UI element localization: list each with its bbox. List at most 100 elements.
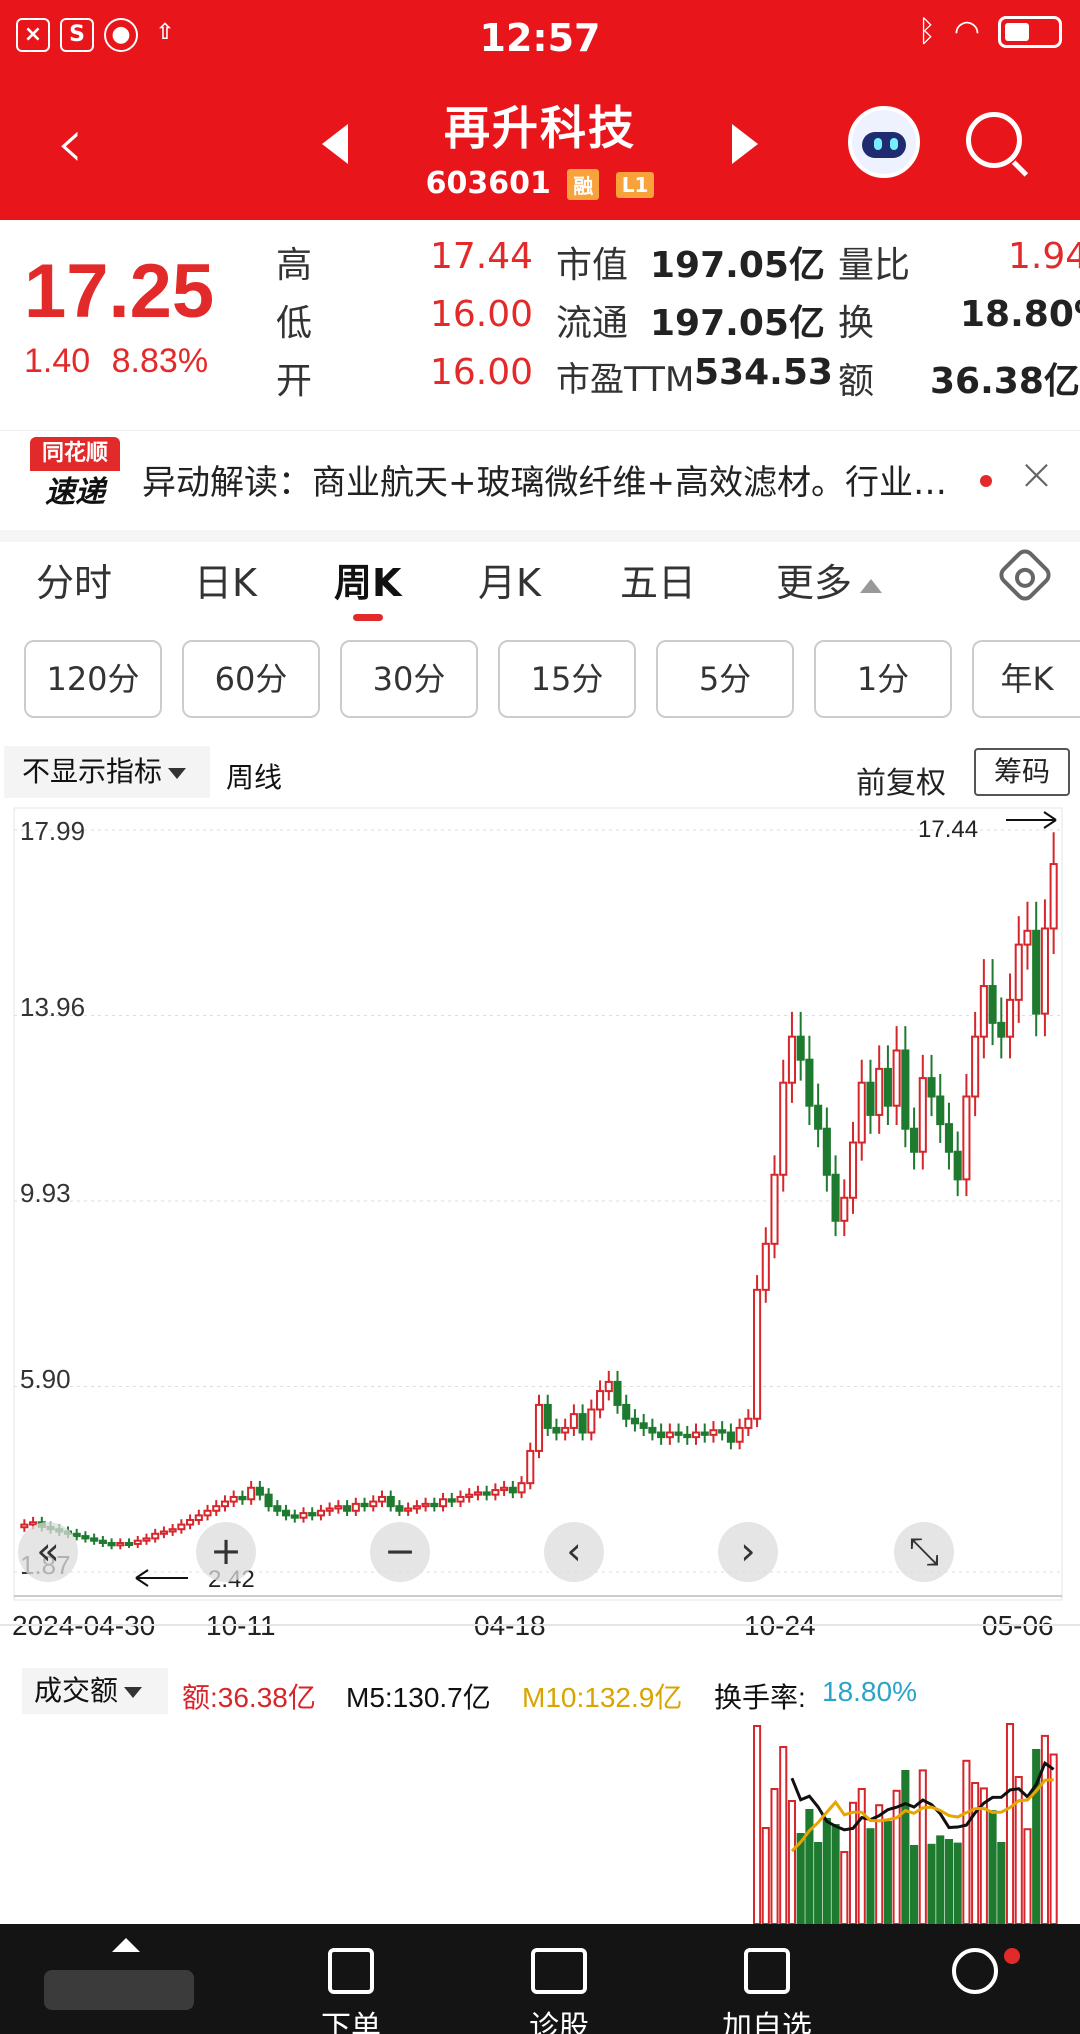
candle-body: [517, 1482, 526, 1494]
tab-intraday[interactable]: 分时: [36, 552, 112, 607]
zoom-out-icon[interactable]: −: [370, 1522, 430, 1582]
fullscreen-icon[interactable]: ⤡: [894, 1522, 954, 1582]
robot-eye-right: [890, 138, 898, 150]
volume-bar: [962, 1759, 971, 1925]
candle-body: [604, 1380, 613, 1393]
candle-body: [918, 1077, 927, 1153]
zoom-in-icon[interactable]: +: [196, 1522, 256, 1582]
candle-body: [971, 1035, 980, 1098]
candle-body: [151, 1532, 160, 1540]
volume-bar: [988, 1810, 997, 1925]
stock-code: 603601: [425, 166, 551, 201]
diagnose-icon: [531, 1948, 587, 1994]
volume-bar: [796, 1833, 805, 1925]
candle-body: [1049, 863, 1058, 930]
chevron-right-icon[interactable]: ›: [718, 1522, 778, 1582]
x-tick-label: 05-06: [982, 1610, 1054, 1641]
candle-body: [814, 1104, 823, 1130]
adjust-toggle[interactable]: 前复权: [856, 758, 946, 802]
order-icon: [328, 1948, 374, 1994]
scroll-left-fast-icon[interactable]: «: [18, 1522, 78, 1582]
candle-body: [822, 1127, 831, 1176]
candle-body: [107, 1542, 116, 1547]
tab-monthly-k[interactable]: 月K: [478, 552, 541, 607]
next-stock-arrow-icon[interactable]: [732, 124, 758, 164]
y-tick-label: 5.90: [20, 1364, 71, 1394]
candle-body: [351, 1502, 360, 1512]
period-button[interactable]: 15分: [498, 640, 636, 718]
candle-body: [953, 1150, 962, 1181]
candle-body: [159, 1530, 168, 1535]
x-tick-label: 04-18: [474, 1610, 546, 1641]
news-ticker[interactable]: 同花顺 速递 异动解读：商业航天+玻璃微纤维+高效滤材。行业… ×: [0, 430, 1080, 530]
news-logo-bottom: 速递: [45, 475, 105, 510]
tab-more[interactable]: 更多: [776, 552, 883, 607]
candle-body: [473, 1491, 482, 1496]
price-change: 1.40 8.83%: [24, 342, 208, 381]
period-button[interactable]: 60分: [182, 640, 320, 718]
indicator-dropdown[interactable]: 不显示指标: [4, 746, 210, 798]
period-button[interactable]: 1分: [814, 640, 952, 718]
candle-body: [377, 1495, 387, 1503]
search-icon[interactable]: [966, 112, 1022, 168]
nav-add-watchlist[interactable]: 加自选: [702, 1926, 832, 2034]
news-text[interactable]: 异动解读：商业航天+玻璃微纤维+高效滤材。行业…: [142, 455, 982, 504]
period-button[interactable]: 年K: [972, 640, 1080, 718]
tab-weekly-k[interactable]: 周K: [334, 552, 401, 621]
tab-daily-k[interactable]: 日K: [194, 552, 257, 607]
candle-body: [691, 1431, 701, 1439]
candle-body: [220, 1500, 230, 1508]
settings-icon[interactable]: [995, 545, 1055, 605]
margin-tag: 融: [567, 169, 600, 200]
candle-body: [20, 1523, 29, 1529]
candle-body: [979, 985, 988, 1038]
candle-body: [343, 1505, 352, 1512]
volume-bar: [848, 1801, 858, 1925]
nav-diagnose[interactable]: 诊股: [494, 1926, 624, 2034]
blurred-menu-item[interactable]: [44, 1970, 194, 2010]
volume-bar: [866, 1828, 875, 1925]
period-button[interactable]: 5分: [656, 640, 794, 718]
volume-bar: [787, 1800, 797, 1925]
expand-up-icon[interactable]: [112, 1938, 140, 1952]
candle-body: [866, 1081, 875, 1116]
volume-bar: [831, 1824, 840, 1925]
candle-body: [1023, 929, 1032, 946]
volume-bar: [761, 1827, 770, 1925]
candle-body: [596, 1390, 605, 1411]
candle-body: [726, 1431, 735, 1443]
volume-bar: [875, 1804, 884, 1925]
volume-bar: [857, 1788, 866, 1925]
candle-body: [840, 1196, 849, 1222]
nav-label: 加自选: [722, 2010, 812, 2034]
quote-value: 197.05亿: [650, 303, 825, 344]
nav-order[interactable]: 下单: [286, 1926, 416, 2034]
nav-menu[interactable]: [910, 1926, 1040, 1994]
tab-five-day[interactable]: 五日: [620, 552, 696, 607]
robot-assistant-icon[interactable]: [848, 106, 920, 178]
quote-value: 18.80%: [960, 294, 1080, 335]
period-button[interactable]: 120分: [24, 640, 162, 718]
candle-body: [648, 1426, 657, 1434]
candle-body: [674, 1431, 683, 1436]
candle-body: [238, 1495, 247, 1501]
candle-body: [997, 1021, 1006, 1038]
kline-chart[interactable]: 17.99 13.96 9.93 5.90 1.87 17.44 2.42 « …: [0, 806, 1080, 1641]
chart-tabs: 分时 日K 周K 月K 五日 更多: [0, 545, 1080, 632]
chevron-up-icon: [860, 578, 883, 593]
close-icon[interactable]: ×: [1018, 449, 1055, 500]
m10-value: M10:132.9亿: [522, 1682, 683, 1713]
volume-bar: [1005, 1723, 1015, 1925]
quote-panel: 17.25 1.40 8.83% 高 17.44 市值 197.05亿 量比 1…: [0, 220, 1080, 420]
volume-dropdown[interactable]: 成交额: [22, 1668, 168, 1714]
volume-bar: [814, 1842, 823, 1925]
chevron-down-icon: [124, 1687, 143, 1699]
candle-body: [561, 1426, 570, 1434]
candle-body: [72, 1532, 81, 1538]
chips-button[interactable]: 筹码: [974, 748, 1070, 796]
candle-body: [395, 1505, 404, 1512]
chevron-left-icon[interactable]: ‹: [544, 1522, 604, 1582]
candle-body: [639, 1422, 648, 1429]
candle-body: [98, 1539, 107, 1545]
period-button[interactable]: 30分: [340, 640, 478, 718]
